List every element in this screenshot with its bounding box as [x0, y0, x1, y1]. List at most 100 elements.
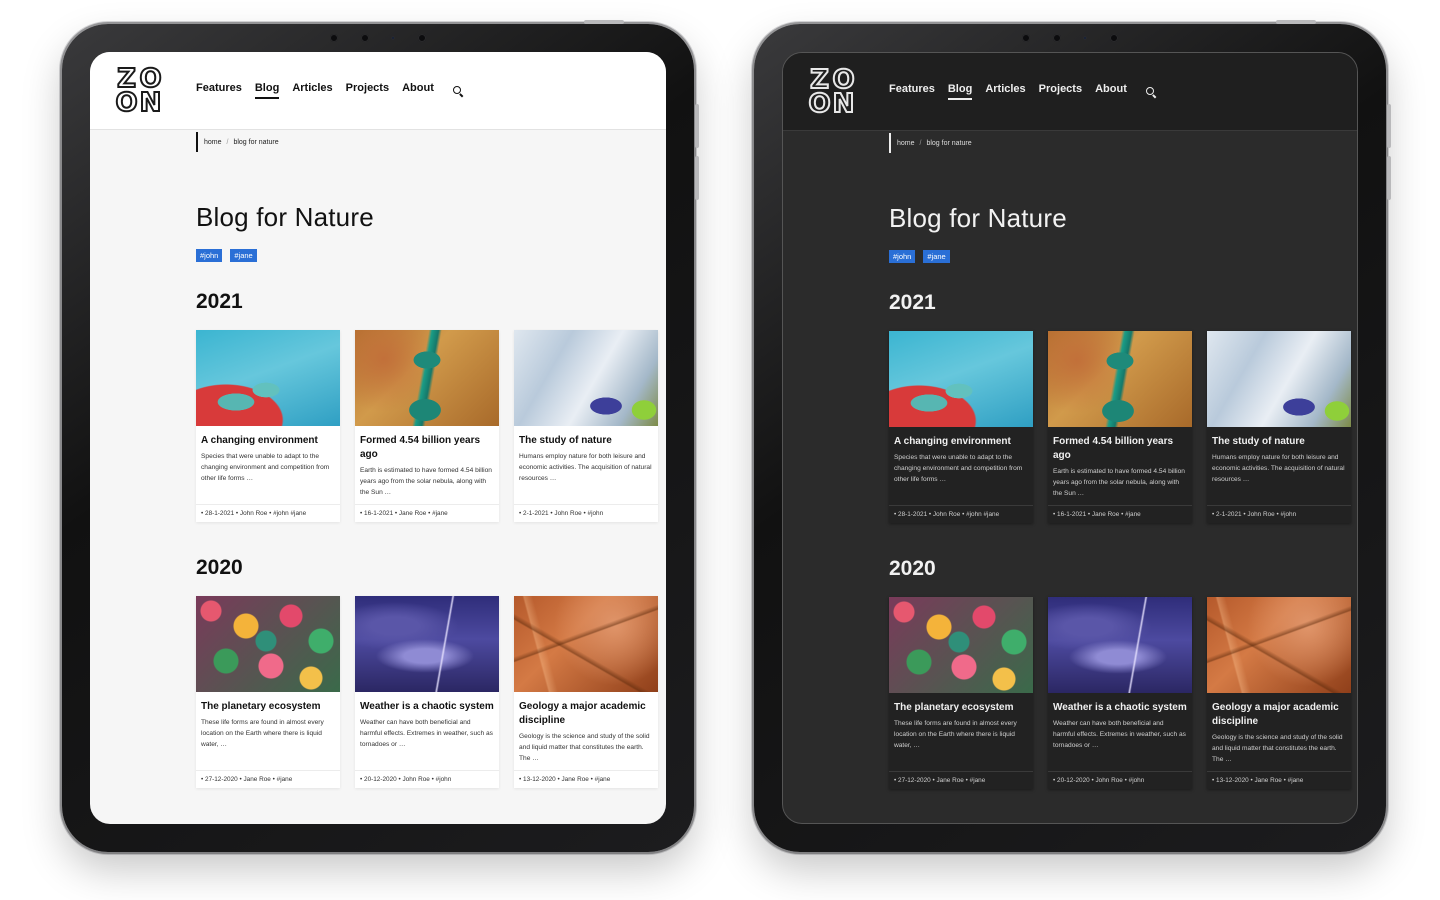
nav-features[interactable]: Features [889, 83, 935, 100]
post-meta: • 28-1-2021 • John Roe • #john #jane [196, 504, 340, 522]
tag-john[interactable]: #john [196, 249, 223, 262]
post-grid: A changing environment Species that were… [889, 331, 1351, 523]
logo-glyph: O [114, 87, 138, 118]
post-meta: • 2-1-2021 • John Roe • #john [1207, 505, 1351, 523]
logo-glyph: Z [809, 64, 830, 95]
logo-glyph: Z [116, 63, 137, 94]
post-title[interactable]: The planetary ecosystem [201, 700, 335, 714]
post-card[interactable]: Geology a major academic discipline Geol… [514, 596, 658, 788]
volume-up-button [1387, 104, 1391, 148]
post-excerpt: Weather can have both beneficial and har… [360, 719, 493, 748]
nav-about[interactable]: About [402, 82, 434, 99]
nav-about[interactable]: About [1095, 83, 1127, 100]
post-meta: • 16-1-2021 • Jane Roe • #jane [1048, 505, 1192, 523]
breadcrumb-separator: / [226, 138, 229, 146]
year-heading: 2020 [889, 557, 936, 580]
breadcrumb-home[interactable]: home [204, 139, 222, 146]
tag-jane[interactable]: #jane [923, 250, 950, 263]
nav-blog[interactable]: Blog [947, 83, 973, 100]
post-card[interactable]: The planetary ecosystem These life forms… [889, 597, 1033, 789]
post-card[interactable]: A changing environment Species that were… [196, 330, 340, 522]
post-title[interactable]: Weather is a chaotic system [360, 700, 494, 714]
post-card[interactable]: Geology a major academic discipline Geol… [1207, 597, 1351, 789]
site-header: Z O O N Features Blog Articles Projects … [783, 53, 1357, 131]
post-meta: • 27-12-2020 • Jane Roe • #jane [889, 771, 1033, 789]
breadcrumb-current: blog for nature [233, 138, 279, 146]
post-thumbnail[interactable] [889, 597, 1033, 693]
post-title[interactable]: Geology a major academic discipline [519, 700, 653, 728]
logo-glyph: O [138, 63, 162, 94]
post-card[interactable]: Weather is a chaotic system Weather can … [1048, 597, 1192, 789]
post-title[interactable]: A changing environment [201, 434, 335, 448]
volume-down-button [1387, 156, 1391, 200]
post-thumbnail[interactable] [196, 596, 340, 692]
site-logo[interactable]: Z O O N [807, 64, 855, 118]
tablet-light-theme: Z O O N Features Blog Articles Projects … [62, 20, 699, 852]
nav-projects[interactable]: Projects [1039, 83, 1082, 100]
post-thumbnail[interactable] [355, 596, 499, 692]
site-logo[interactable]: Z O O N [114, 63, 162, 118]
post-title[interactable]: A changing environment [894, 435, 1028, 449]
post-title[interactable]: Geology a major academic discipline [1212, 701, 1346, 729]
post-grid: The planetary ecosystem These life forms… [889, 597, 1351, 789]
tag-list: #john #jane [196, 249, 658, 262]
tag-john[interactable]: #john [889, 250, 916, 263]
page-title: Blog for Nature [889, 203, 1067, 233]
post-thumbnail[interactable] [1048, 597, 1192, 693]
main-nav: Features Blog Articles Projects About [889, 83, 1156, 100]
nav-blog[interactable]: Blog [254, 82, 280, 99]
main-content: home / blog for nature Blog for Nature #… [783, 133, 1357, 789]
post-grid: A changing environment Species that were… [196, 330, 658, 522]
nav-articles[interactable]: Articles [292, 82, 332, 99]
post-card[interactable]: Weather is a chaotic system Weather can … [355, 596, 499, 788]
post-meta: • 16-1-2021 • Jane Roe • #jane [355, 504, 499, 522]
breadcrumb-current: blog for nature [926, 139, 972, 147]
post-excerpt: Earth is estimated to have formed 4.54 b… [360, 467, 492, 496]
search-icon[interactable] [1145, 86, 1156, 97]
post-thumbnail[interactable] [1048, 331, 1192, 427]
breadcrumb: home / blog for nature [889, 133, 1349, 153]
camera-bar [330, 34, 426, 42]
post-meta: • 13-12-2020 • Jane Roe • #jane [1207, 771, 1351, 789]
post-thumbnail[interactable] [514, 596, 658, 692]
post-meta: • 28-1-2021 • John Roe • #john #jane [889, 505, 1033, 523]
post-thumbnail[interactable] [355, 330, 499, 426]
post-excerpt: Weather can have both beneficial and har… [1053, 720, 1186, 749]
tag-list: #john #jane [889, 250, 1349, 263]
post-excerpt: These life forms are found in almost eve… [201, 719, 324, 748]
post-thumbnail[interactable] [196, 330, 340, 426]
year-heading: 2021 [196, 290, 243, 313]
post-thumbnail[interactable] [1207, 597, 1351, 693]
post-title[interactable]: Weather is a chaotic system [1053, 701, 1187, 715]
volume-up-button [695, 104, 699, 148]
camera-bar [1022, 34, 1118, 42]
year-heading: 2020 [196, 556, 243, 579]
post-card[interactable]: Formed 4.54 billion years ago Earth is e… [355, 330, 499, 522]
post-thumbnail[interactable] [514, 330, 658, 426]
post-card[interactable]: A changing environment Species that were… [889, 331, 1033, 523]
post-thumbnail[interactable] [889, 331, 1033, 427]
post-title[interactable]: The study of nature [519, 434, 653, 448]
logo-glyph: O [831, 64, 855, 95]
breadcrumb-home[interactable]: home [897, 140, 915, 147]
nav-articles[interactable]: Articles [985, 83, 1025, 100]
page-title: Blog for Nature [196, 202, 374, 232]
post-meta: • 27-12-2020 • Jane Roe • #jane [196, 770, 340, 788]
nav-features[interactable]: Features [196, 82, 242, 99]
post-title[interactable]: Formed 4.54 billion years ago [1053, 435, 1187, 463]
post-card[interactable]: The planetary ecosystem These life forms… [196, 596, 340, 788]
search-icon[interactable] [452, 85, 463, 96]
tablet-dark-theme: Z O O N Features Blog Articles Projects … [754, 20, 1391, 852]
post-card[interactable]: Formed 4.54 billion years ago Earth is e… [1048, 331, 1192, 523]
post-title[interactable]: The planetary ecosystem [894, 701, 1028, 715]
post-card[interactable]: The study of nature Humans employ nature… [1207, 331, 1351, 523]
post-card[interactable]: The study of nature Humans employ nature… [514, 330, 658, 522]
post-thumbnail[interactable] [1207, 331, 1351, 427]
post-title[interactable]: Formed 4.54 billion years ago [360, 434, 494, 462]
screen-light: Z O O N Features Blog Articles Projects … [90, 52, 666, 824]
volume-down-button [695, 156, 699, 200]
post-excerpt: These life forms are found in almost eve… [894, 720, 1017, 749]
nav-projects[interactable]: Projects [346, 82, 389, 99]
post-title[interactable]: The study of nature [1212, 435, 1346, 449]
tag-jane[interactable]: #jane [230, 249, 257, 262]
